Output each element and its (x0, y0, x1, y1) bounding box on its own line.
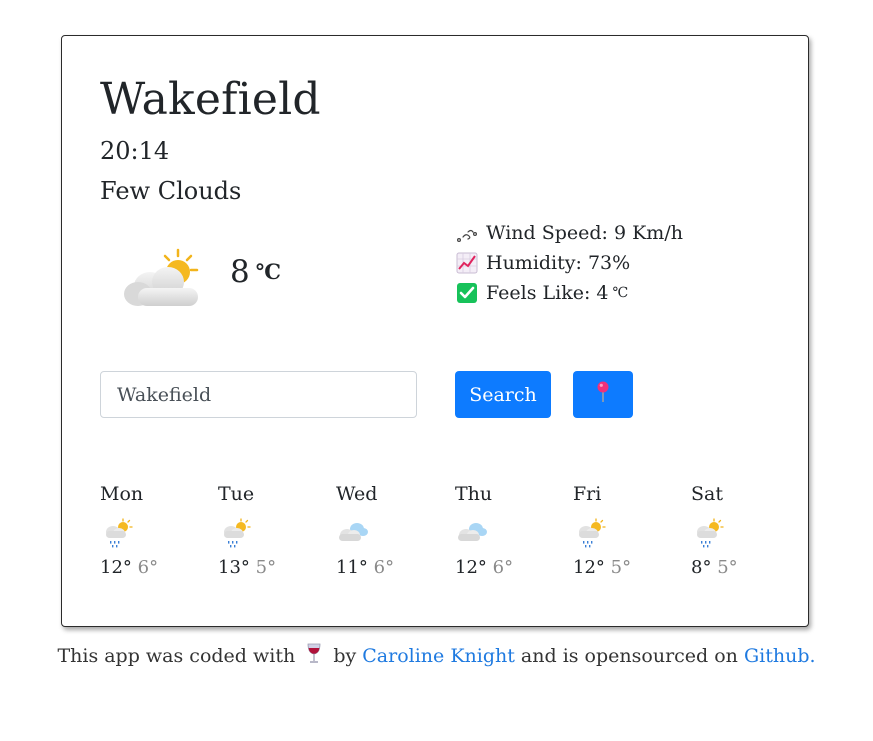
wine-glass-icon (305, 642, 323, 672)
forecast-temps: 12° 6° (455, 556, 555, 580)
humidity-label: Humidity: 73% (486, 252, 631, 274)
temperature-value: 8 (230, 254, 250, 290)
rain-sun-icon (573, 518, 607, 548)
forecast-day: Wed 11° 6° (336, 480, 436, 580)
footer-by: by (333, 645, 357, 667)
forecast-high: 12° (100, 557, 132, 578)
clouds-icon (336, 518, 370, 548)
check-mark-icon (456, 282, 478, 304)
footer-prefix: This app was coded with (57, 645, 296, 667)
search-button[interactable]: Search (455, 371, 551, 418)
author-link[interactable]: Caroline Knight (362, 645, 515, 667)
forecast-high: 12° (455, 557, 487, 578)
footer-middle: and is opensourced on (520, 645, 738, 667)
humidity-row: Humidity: 73% (456, 248, 683, 278)
forecast-temps: 12° 6° (100, 556, 200, 580)
forecast-high: 12° (573, 557, 605, 578)
forecast-temps: 8° 5° (691, 556, 791, 580)
weather-details: Wind Speed: 9 Km/h Humidity: 73% Feels L… (456, 218, 683, 308)
forecast-low: 5° (610, 557, 632, 578)
forecast-low: 6° (492, 557, 514, 578)
forecast-high: 11° (336, 557, 368, 578)
local-time: 20:14 (100, 137, 170, 165)
current-temperature: 8 ℃ (230, 252, 281, 292)
forecast-day-name: Mon (100, 483, 144, 505)
forecast-day-name: Fri (573, 483, 602, 505)
feels-like-unit: ℃ (612, 285, 629, 301)
forecast-low: 6° (373, 557, 395, 578)
pushpin-icon (595, 381, 611, 408)
few-clouds-icon (120, 248, 200, 308)
feels-like-row: Feels Like: 4 ℃ (456, 278, 683, 308)
footer: This app was coded with by Caroline Knig… (0, 642, 873, 672)
forecast-low: 5° (255, 557, 277, 578)
github-link[interactable]: Github. (744, 645, 816, 667)
rain-sun-icon (218, 518, 252, 548)
current-location-button[interactable] (573, 371, 633, 418)
forecast-day: Mon 12° 6° (100, 480, 200, 580)
forecast-day-name: Wed (336, 483, 378, 505)
wind-icon (456, 222, 478, 244)
forecast-day-name: Thu (455, 483, 493, 505)
weather-card: Wakefield 20:14 Few Clouds 8 ℃ Wind Spee… (61, 35, 809, 627)
rain-sun-icon (691, 518, 725, 548)
city-name: Wakefield (100, 74, 321, 125)
forecast-day: Thu 12° 6° (455, 480, 555, 580)
forecast-temps: 11° 6° (336, 556, 436, 580)
forecast-day: Sat 8° 5° (691, 480, 791, 580)
forecast-temps: 13° 5° (218, 556, 318, 580)
forecast-low: 5° (717, 557, 738, 578)
feels-like-label: Feels Like: 4 (486, 282, 609, 304)
forecast-day: Tue 13° 5° (218, 480, 318, 580)
weather-description: Few Clouds (100, 177, 242, 205)
forecast-day-name: Tue (218, 483, 255, 505)
city-search-input[interactable] (100, 371, 417, 418)
forecast-temps: 12° 5° (573, 556, 673, 580)
forecast-day: Fri 12° 5° (573, 480, 673, 580)
clouds-icon (455, 518, 489, 548)
wind-speed-row: Wind Speed: 9 Km/h (456, 218, 683, 248)
forecast-high: 8° (691, 557, 712, 578)
forecast-high: 13° (218, 557, 250, 578)
chart-increasing-icon (456, 252, 478, 274)
forecast: Mon 12° 6° Tue 13° 5° Wed 11° 6° Thu 12°… (100, 480, 780, 600)
temperature-unit: ℃ (255, 259, 281, 284)
forecast-low: 6° (137, 557, 159, 578)
forecast-day-name: Sat (691, 483, 723, 505)
rain-sun-icon (100, 518, 134, 548)
wind-speed-label: Wind Speed: 9 Km/h (486, 222, 683, 244)
